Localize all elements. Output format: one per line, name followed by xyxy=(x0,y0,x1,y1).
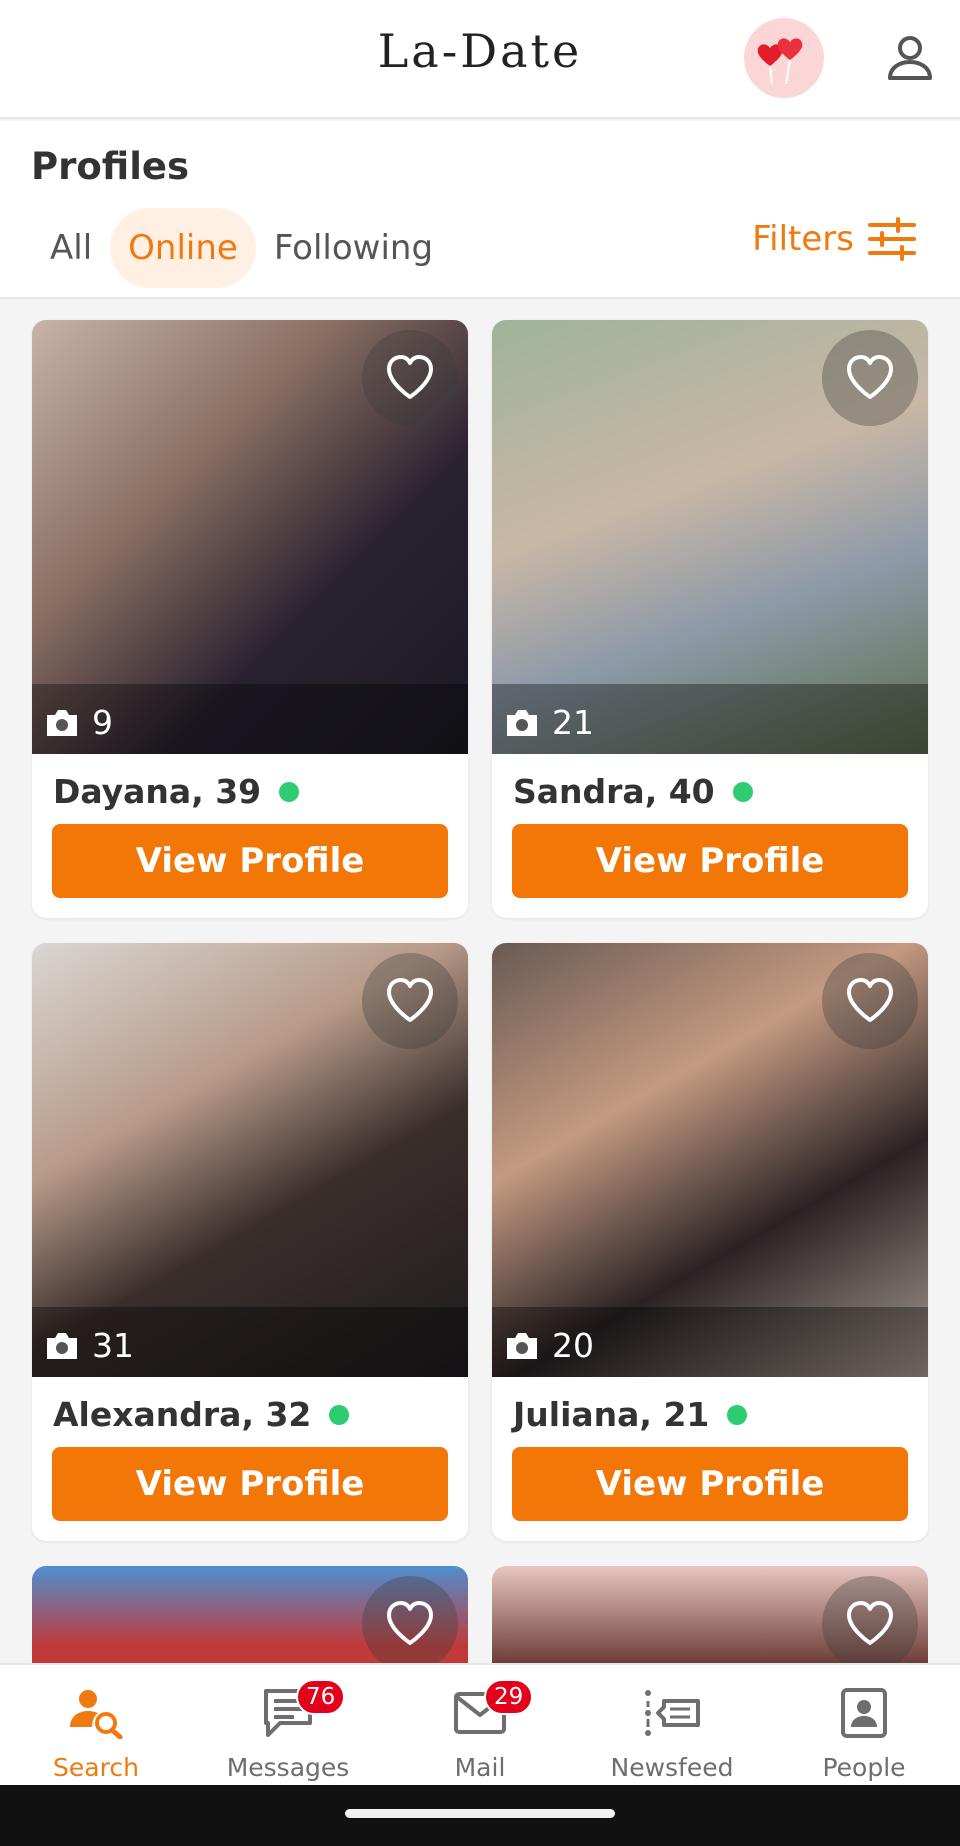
photo-count: 9 xyxy=(44,703,113,742)
home-gesture-handle[interactable] xyxy=(345,1809,615,1818)
online-indicator xyxy=(279,781,300,802)
profile-photo[interactable]: 20 xyxy=(492,943,928,1377)
photo-count: 31 xyxy=(44,1326,134,1365)
newsfeed-icon xyxy=(645,1690,700,1736)
tab-following[interactable]: Following xyxy=(256,208,451,288)
favorite-button[interactable] xyxy=(822,953,918,1049)
favorite-button[interactable] xyxy=(822,330,918,426)
profile-name-row: Juliana, 21 xyxy=(513,1395,748,1434)
heart-outline-icon xyxy=(387,355,433,399)
profile-photo[interactable]: 21 xyxy=(492,320,928,754)
heart-outline-icon xyxy=(387,978,433,1022)
online-indicator xyxy=(732,781,753,802)
photo-count-value: 31 xyxy=(92,1326,134,1365)
tab-all[interactable]: All xyxy=(32,208,110,288)
favorite-button[interactable] xyxy=(362,330,458,426)
heart-outline-icon xyxy=(387,1601,433,1645)
favorite-button[interactable] xyxy=(822,1576,918,1666)
hearts-balloon-button[interactable] xyxy=(744,18,824,98)
unread-badge: 29 xyxy=(484,1679,534,1715)
nav-label: Mail xyxy=(454,1753,506,1782)
nav-label: Messages xyxy=(226,1753,350,1782)
favorite-button[interactable] xyxy=(362,1576,458,1666)
photo-count-value: 20 xyxy=(552,1326,594,1365)
camera-icon xyxy=(47,1332,77,1359)
sliders-icon xyxy=(868,217,916,261)
view-profile-button[interactable]: View Profile xyxy=(52,1447,448,1521)
view-profile-button[interactable]: View Profile xyxy=(52,824,448,898)
profile-card[interactable]: 20 Juliana, 21 View Profile xyxy=(492,943,928,1541)
filters-button[interactable]: Filters xyxy=(752,217,916,261)
profile-name: Sandra, 40 xyxy=(513,772,715,811)
photo-count: 21 xyxy=(504,703,594,742)
online-indicator xyxy=(727,1404,748,1425)
page-title: Profiles xyxy=(31,145,190,188)
app-header: La-Date xyxy=(0,0,960,119)
heart-outline-icon xyxy=(847,1601,893,1645)
search-people-icon xyxy=(70,1690,123,1739)
nav-people[interactable]: People xyxy=(768,1665,960,1785)
account-button[interactable] xyxy=(880,28,940,88)
profile-photo[interactable]: 31 xyxy=(32,943,468,1377)
profile-name: Dayana, 39 xyxy=(53,772,262,811)
profiles-header: Profiles All Online Following Filters xyxy=(0,121,960,299)
nav-label: People xyxy=(822,1753,906,1782)
view-profile-button[interactable]: View Profile xyxy=(512,824,908,898)
profile-card-partial[interactable] xyxy=(492,1566,928,1666)
bottom-navigation: Search Messages 76 Mail 29 Newsfeed Peop… xyxy=(0,1663,960,1785)
nav-label: Search xyxy=(53,1753,139,1782)
heart-balloons-icon xyxy=(757,38,803,85)
nav-newsfeed[interactable]: Newsfeed xyxy=(576,1665,768,1785)
unread-badge: 76 xyxy=(296,1679,346,1715)
system-navigation-bar xyxy=(0,1785,960,1846)
profile-card[interactable]: 21 Sandra, 40 View Profile xyxy=(492,320,928,918)
filters-label: Filters xyxy=(752,219,854,259)
profile-name: Alexandra, 32 xyxy=(53,1395,312,1434)
profile-name-row: Dayana, 39 xyxy=(53,772,300,811)
view-profile-button[interactable]: View Profile xyxy=(512,1447,908,1521)
heart-outline-icon xyxy=(847,978,893,1022)
photo-count-value: 9 xyxy=(92,703,113,742)
camera-icon xyxy=(47,709,77,736)
nav-label: Newsfeed xyxy=(610,1753,734,1782)
tab-online[interactable]: Online xyxy=(110,208,256,288)
contact-card-icon xyxy=(841,1688,887,1738)
filter-tabs: All Online Following xyxy=(32,208,451,288)
profile-name: Juliana, 21 xyxy=(513,1395,710,1434)
camera-icon xyxy=(507,1332,537,1359)
favorite-button[interactable] xyxy=(362,953,458,1049)
nav-search[interactable]: Search xyxy=(0,1665,192,1785)
online-indicator xyxy=(329,1404,350,1425)
heart-outline-icon xyxy=(847,355,893,399)
user-icon xyxy=(888,36,932,80)
profile-name-row: Sandra, 40 xyxy=(513,772,753,811)
camera-icon xyxy=(507,709,537,736)
profile-photo[interactable]: 9 xyxy=(32,320,468,754)
nav-mail[interactable]: Mail 29 xyxy=(384,1665,576,1785)
profile-card[interactable]: 31 Alexandra, 32 View Profile xyxy=(32,943,468,1541)
profile-card[interactable]: 9 Dayana, 39 View Profile xyxy=(32,320,468,918)
nav-messages[interactable]: Messages 76 xyxy=(192,1665,384,1785)
profile-name-row: Alexandra, 32 xyxy=(53,1395,350,1434)
photo-count-value: 21 xyxy=(552,703,594,742)
photo-count: 20 xyxy=(504,1326,594,1365)
profile-card-partial[interactable] xyxy=(32,1566,468,1666)
